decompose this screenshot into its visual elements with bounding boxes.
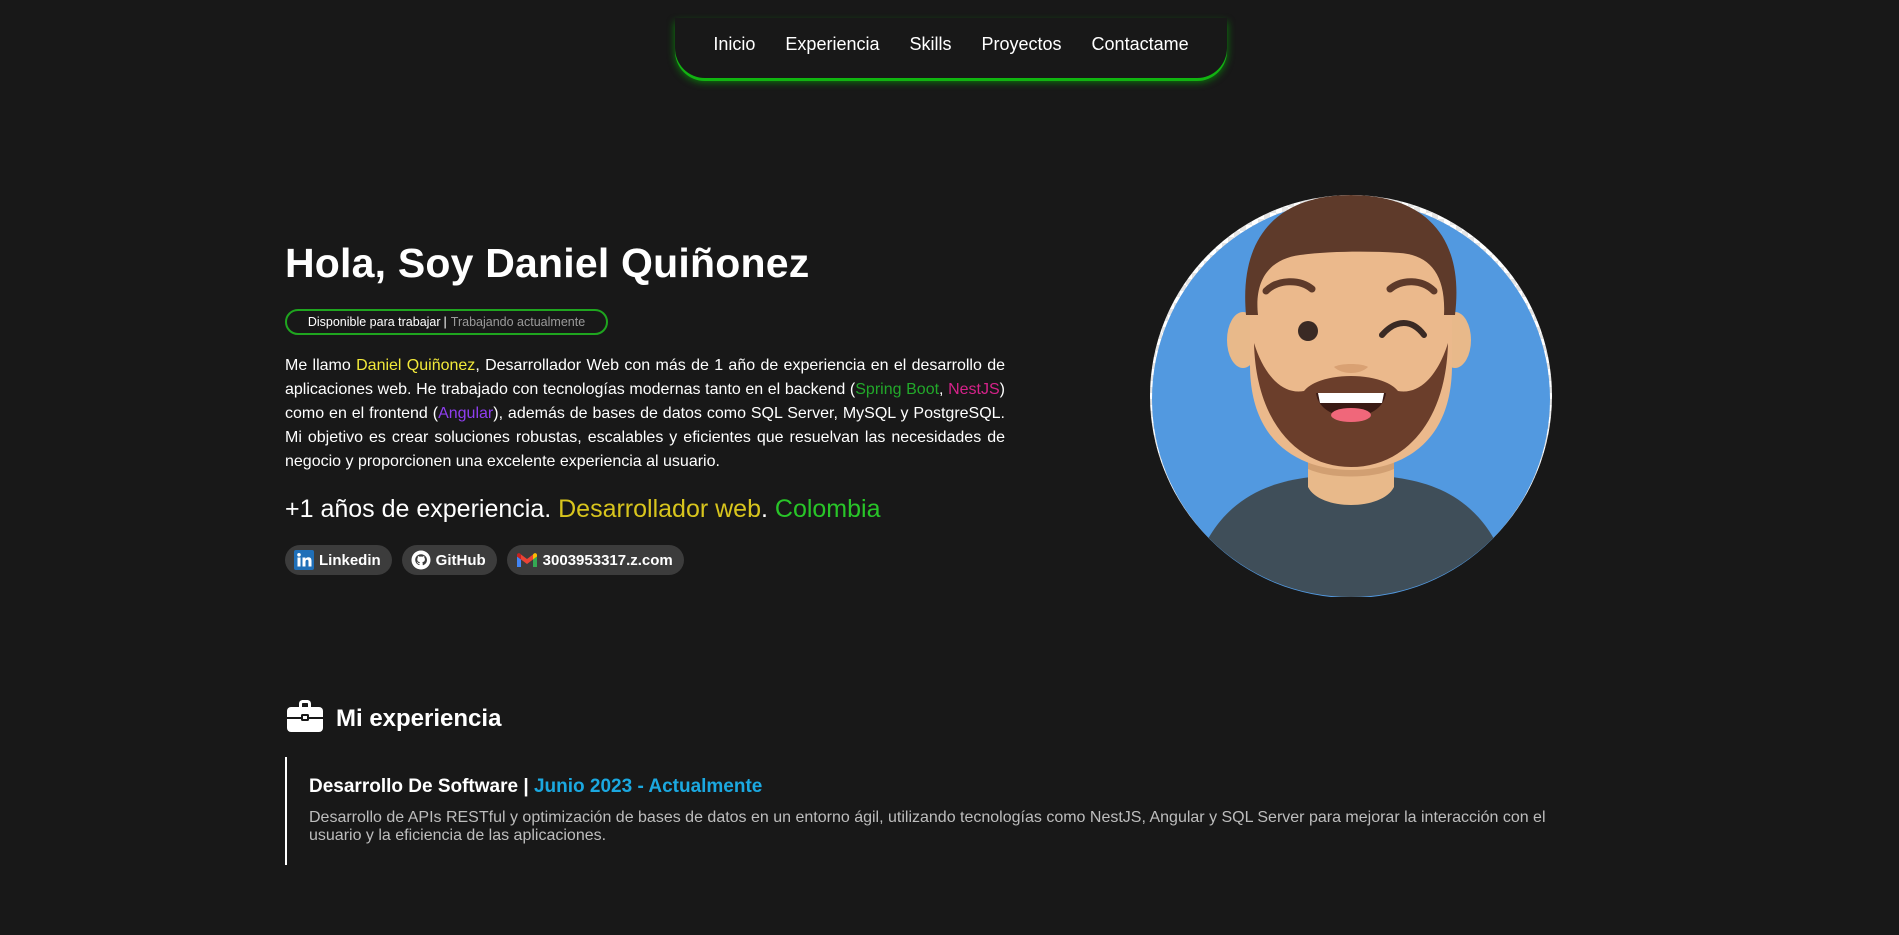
linkedin-icon bbox=[294, 550, 314, 570]
top-navigation: Inicio Experiencia Skills Proyectos Cont… bbox=[675, 18, 1227, 78]
experience-heading: Mi experiencia bbox=[286, 699, 501, 738]
bio-name: Daniel Quiñonez bbox=[356, 357, 476, 374]
linkedin-label: Linkedin bbox=[319, 551, 381, 569]
linkedin-link[interactable]: Linkedin bbox=[285, 545, 392, 575]
gmail-icon bbox=[516, 551, 538, 569]
hero-title: Hola, Soy Daniel Quiñonez bbox=[285, 240, 810, 286]
social-links: Linkedin GitHub 3003953317.z.com bbox=[285, 545, 684, 575]
github-link[interactable]: GitHub bbox=[401, 545, 497, 575]
nav-link-proyectos[interactable]: Proyectos bbox=[982, 34, 1062, 55]
bio-text: Me llamo bbox=[285, 357, 357, 374]
nav-link-skills[interactable]: Skills bbox=[909, 34, 951, 55]
badge-separator: | bbox=[443, 315, 447, 329]
email-label: 3003953317.z.com bbox=[542, 551, 673, 569]
nav-link-inicio[interactable]: Inicio bbox=[713, 34, 755, 55]
experience-role: Desarrollo De Software bbox=[309, 776, 519, 797]
bio-tech-spring-boot: Spring Boot bbox=[855, 381, 940, 398]
availability-status: Disponible para trabajar bbox=[307, 315, 441, 329]
tagline-experience: +1 años de experiencia. bbox=[285, 495, 559, 523]
experience-separator: | bbox=[518, 776, 534, 797]
profile-avatar bbox=[1150, 195, 1552, 598]
nav-link-experiencia[interactable]: Experiencia bbox=[785, 34, 879, 55]
experience-period: Junio 2023 - Actualmente bbox=[533, 776, 763, 797]
tagline-country: Colombia bbox=[774, 495, 881, 523]
email-link[interactable]: 3003953317.z.com bbox=[506, 545, 684, 575]
tagline-role: Desarrollador web bbox=[558, 495, 761, 523]
tagline-dot: . bbox=[760, 495, 775, 523]
bio-tech-angular: Angular bbox=[438, 405, 494, 422]
briefcase-icon bbox=[286, 699, 324, 738]
availability-detail: Trabajando actualmente bbox=[450, 315, 586, 329]
nav-link-contactame[interactable]: Contactame bbox=[1092, 34, 1189, 55]
experience-item-title: Desarrollo De Software | Junio 2023 - Ac… bbox=[309, 776, 1565, 798]
availability-badge: Disponible para trabajar | Trabajando ac… bbox=[285, 309, 608, 335]
bio-tech-nestjs: NestJS bbox=[948, 381, 1000, 398]
hero-tagline: +1 años de experiencia. Desarrollador we… bbox=[285, 493, 881, 525]
bio-paragraph: Me llamo Daniel Quiñonez, Desarrollador … bbox=[285, 354, 1005, 474]
github-label: GitHub bbox=[435, 551, 486, 569]
experience-item: Desarrollo De Software | Junio 2023 - Ac… bbox=[285, 757, 1565, 865]
experience-title: Mi experiencia bbox=[336, 704, 502, 732]
bio-text: , bbox=[939, 381, 949, 398]
experience-description: Desarrollo de APIs RESTful y optimizació… bbox=[309, 809, 1546, 844]
github-icon bbox=[411, 550, 431, 570]
